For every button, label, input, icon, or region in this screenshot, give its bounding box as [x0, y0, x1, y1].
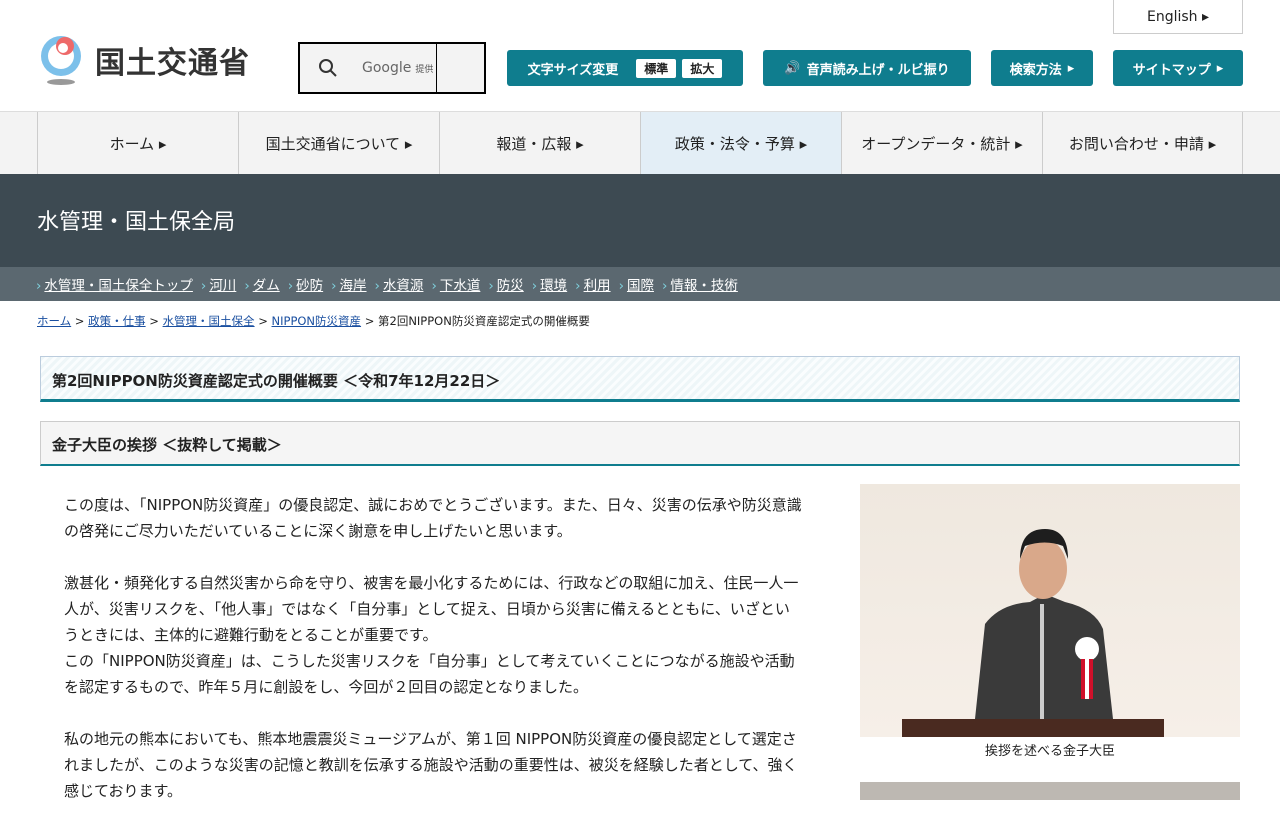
- subnav-link[interactable]: 河川: [201, 274, 236, 294]
- logo-text: 国土交通省: [95, 46, 250, 81]
- breadcrumb: ホーム > 政策・仕事 > 水管理・国土保全 > NIPPON防災資産 > 第2…: [37, 314, 590, 328]
- sub-nav: 水管理・国土保全トップ河川ダム砂防海岸水資源下水道防災環境利用国際情報・技術: [0, 267, 1280, 301]
- font-size-control: 文字サイズ変更 標準 拡大: [507, 50, 743, 86]
- paragraph: この「NIPPON防災資産」は、こうした災害リスクを「自分事」として考えていくこ…: [64, 652, 795, 696]
- english-link[interactable]: English ▸: [1113, 0, 1243, 34]
- search-method-label: 検索方法: [1009, 62, 1062, 78]
- mlit-emblem-icon: [41, 36, 81, 85]
- english-label: English: [1146, 8, 1198, 25]
- subnav-link[interactable]: 海岸: [331, 274, 367, 294]
- sitemap-label: サイトマップ: [1132, 62, 1211, 78]
- subnav-link[interactable]: 情報・技術: [662, 274, 738, 294]
- nav-opendata[interactable]: オープンデータ・統計 ▸: [841, 112, 1042, 175]
- subnav-link[interactable]: 国際: [619, 274, 654, 294]
- speaker-icon: 🔊: [784, 60, 801, 76]
- mlit-logo[interactable]: 国土交通省: [37, 34, 250, 86]
- speech-label: 音声読み上げ・ルビ振り: [806, 62, 950, 78]
- breadcrumb-current: 第2回NIPPON防災資産認定式の開催概要: [378, 314, 590, 328]
- photo-caption: 挨拶を述べる金子大臣: [984, 744, 1115, 759]
- subnav-link[interactable]: 利用: [575, 274, 611, 294]
- speech-body: この度は、「NIPPON防災資産」の優良認定、誠におめでとうございます。また、日…: [64, 492, 804, 830]
- subnav-link[interactable]: 防災: [488, 274, 524, 294]
- breadcrumb-link[interactable]: ホーム: [37, 314, 71, 328]
- subnav-link[interactable]: 環境: [532, 274, 567, 294]
- nav-press[interactable]: 報道・広報 ▸: [439, 112, 640, 175]
- sitemap-button[interactable]: サイトマップ ▸: [1113, 50, 1243, 86]
- global-nav: ホーム ▸ 国土交通省について ▸ 報道・広報 ▸ 政策・法令・予算 ▸ オープ…: [0, 111, 1280, 175]
- page-title: 第2回NIPPON防災資産認定式の開催概要 ＜令和7年12月22日＞: [40, 356, 1240, 402]
- search-icon: [319, 59, 337, 77]
- breadcrumb-link[interactable]: 政策・仕事: [88, 314, 146, 328]
- breadcrumb-link[interactable]: 水管理・国土保全: [163, 314, 255, 328]
- search-provided-label: 提供: [415, 64, 434, 75]
- subnav-link[interactable]: 水資源: [375, 274, 424, 294]
- nav-contact[interactable]: お問い合わせ・申請 ▸: [1042, 112, 1243, 175]
- search-input[interactable]: Google 提供: [298, 42, 486, 94]
- speech-ruby-button[interactable]: 🔊 音声読み上げ・ルビ振り: [763, 50, 971, 86]
- nav-about[interactable]: 国土交通省について ▸: [238, 112, 439, 175]
- subnav-link[interactable]: 砂防: [288, 274, 323, 294]
- subnav-link[interactable]: 水管理・国土保全トップ: [36, 274, 193, 294]
- subheading: 金子大臣の挨拶 ＜抜粋して掲載＞: [40, 421, 1240, 466]
- breadcrumb-link[interactable]: NIPPON防災資産: [272, 314, 362, 328]
- nav-policy[interactable]: 政策・法令・予算 ▸: [640, 112, 841, 175]
- nav-home[interactable]: ホーム ▸: [37, 112, 238, 175]
- font-size-large-button[interactable]: 拡大: [682, 58, 723, 78]
- minister-speaking-image: [902, 529, 1164, 737]
- search-method-button[interactable]: 検索方法 ▸: [991, 50, 1093, 86]
- subnav-link[interactable]: ダム: [244, 274, 280, 294]
- second-photo: [860, 782, 1240, 800]
- font-size-standard-button[interactable]: 標準: [636, 58, 677, 78]
- font-size-label: 文字サイズ変更: [527, 62, 619, 78]
- paragraph: 激甚化・頻発化する自然災害から命を守り、被害を最小化するためには、行政などの取組…: [64, 574, 799, 644]
- subnav-link[interactable]: 下水道: [431, 274, 481, 294]
- paragraph: この度は、「NIPPON防災資産」の優良認定、誠におめでとうございます。また、日…: [64, 496, 802, 540]
- paragraph: 私の地元の熊本においても、熊本地震震災ミュージアムが、第１回 NIPPON防災資…: [64, 730, 798, 800]
- google-brand: Google: [362, 60, 412, 76]
- section-title: 水管理・国土保全局: [0, 174, 1280, 267]
- minister-photo: [860, 484, 1240, 737]
